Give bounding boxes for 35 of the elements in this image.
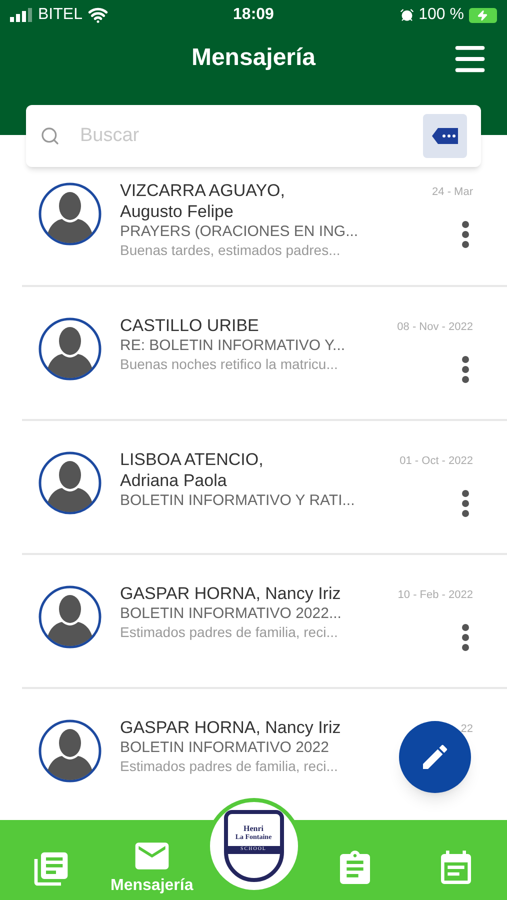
avatar-icon — [38, 585, 102, 649]
message-preview: Estimados padres de familia, reci... — [120, 624, 339, 641]
message-subject: RE: BOLETIN INFORMATIVO Y... — [120, 336, 346, 356]
sender-name: CASTILLO URIBE — [120, 315, 260, 336]
clock-time: 18:09 — [233, 5, 274, 25]
message-subject: BOLETIN INFORMATIVO 2022... — [120, 604, 342, 624]
avatar-icon — [38, 182, 102, 246]
message-subject: BOLETIN INFORMATIVO Y RATI... — [120, 491, 356, 511]
avatar-icon — [38, 719, 102, 783]
message-preview: Estimados padres de familia, reci... — [120, 758, 339, 775]
tag-button[interactable] — [423, 114, 467, 158]
tag-icon — [432, 128, 458, 144]
message-date: 01 - Oct - 2022 — [400, 454, 473, 469]
message-date: 08 - Nov - 2022 — [397, 320, 473, 335]
message-date: 22 — [460, 722, 473, 737]
sender-name: GASPAR HORNA, Nancy Iriz — [120, 583, 342, 604]
signal-icon — [10, 8, 32, 22]
carrier-name: BITEL — [38, 5, 82, 25]
message-subject: BOLETIN INFORMATIVO 2022 — [120, 738, 330, 758]
search-icon — [40, 126, 60, 146]
message-date: 10 - Feb - 2022 — [398, 588, 473, 603]
message-preview: Buenas noches retifico la matricu... — [120, 356, 339, 373]
message-subject: PRAYERS (ORACIONES EN ING... — [120, 222, 360, 242]
sender-name: VIZCARRA AGUAYO, Augusto Felipe — [120, 180, 286, 222]
page-title: Mensajería — [191, 43, 316, 73]
battery-percent: 100 % — [418, 5, 464, 25]
avatar-icon — [38, 451, 102, 515]
wifi-icon — [88, 5, 108, 25]
message-preview: Buenas tardes, estimados padres... — [120, 242, 342, 259]
alarm-icon — [400, 8, 414, 22]
battery-icon — [468, 8, 497, 22]
sender-name: LISBOA ATENCIO, Adriana Paola — [120, 449, 264, 491]
sender-name: GASPAR HORNA, Nancy Iriz — [120, 717, 342, 738]
message-date: 24 - Mar — [432, 185, 473, 200]
avatar-icon — [38, 317, 102, 381]
